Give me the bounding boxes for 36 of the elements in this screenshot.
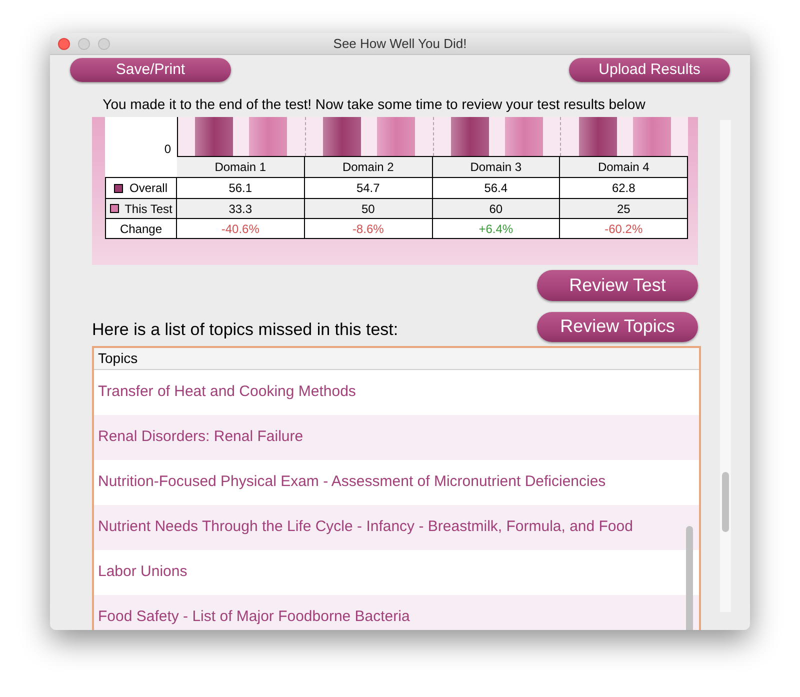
column-header: Domain 2 (304, 157, 432, 177)
table-cell-text: 60 (489, 200, 503, 218)
column-header: Domain 4 (560, 157, 688, 177)
completion-message: You made it to the end of the test! Now take some time to review your test results below (102, 96, 646, 112)
row-label: Overall (129, 180, 168, 197)
table-cell-text: 54.7 (356, 180, 380, 197)
column-header: Domain 3 (432, 157, 560, 177)
topic-row[interactable]: Nutrient Needs Through the Life Cycle - Infancy - Breastmilk, Formula, and Food (94, 504, 699, 550)
row-label: This Test (124, 200, 172, 218)
review-topics-button[interactable]: Review Topics (537, 312, 698, 342)
table-cell-text: 56.4 (484, 180, 508, 197)
table-cell-text: 25 (616, 200, 630, 218)
topics-heading: Here is a list of topics missed in this test: (92, 319, 398, 341)
save-print-button[interactable]: Save/Print (70, 58, 231, 82)
column-header: Domain 1 (177, 157, 305, 177)
table-cell-text: -8.6% (352, 220, 384, 238)
table-cell-text: 56.1 (228, 180, 252, 197)
upload-results-button[interactable]: Upload Results (569, 58, 730, 82)
table-cell-text: -60.2% (604, 220, 643, 238)
column-header: Topics (98, 348, 138, 368)
topic-row[interactable]: Renal Disorders: Renal Failure (94, 414, 699, 460)
table-cell-text: -40.6% (221, 220, 260, 238)
table-cell-text: 33.3 (228, 200, 252, 218)
table-cell-text: 62.8 (612, 180, 636, 197)
table-cell-text: 50 (361, 200, 375, 218)
scrollbar-thumb[interactable] (686, 526, 693, 630)
scrollbar-thumb[interactable] (722, 472, 729, 532)
row-label: Change (120, 220, 162, 238)
topic-row[interactable]: Food Safety - List of Major Foodborne Bacteria (94, 594, 699, 630)
window-title: See How Well You Did! (333, 34, 467, 53)
close-button[interactable] (58, 38, 70, 50)
table-cell-text: +6.4% (478, 220, 514, 238)
review-test-button[interactable]: Review Test (537, 270, 698, 301)
axis-tick-label: 0 (164, 143, 171, 155)
zoom-button[interactable] (98, 38, 110, 50)
minimize-button[interactable] (78, 38, 90, 50)
